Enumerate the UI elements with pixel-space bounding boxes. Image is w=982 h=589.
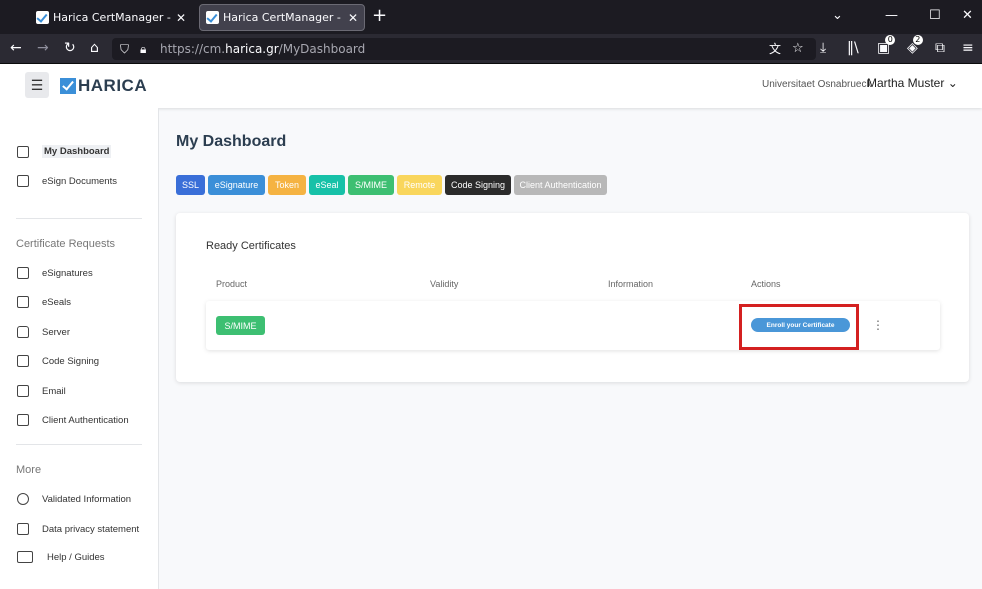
filter-chip-remote[interactable]: Remote: [397, 175, 442, 195]
privacy-icon: [17, 523, 29, 535]
hamburger-menu-button[interactable]: ☰: [25, 72, 49, 98]
new-tab-button[interactable]: +: [372, 7, 387, 25]
product-badge-smime: S/MIME: [216, 316, 265, 335]
sidebar-item-validated-information[interactable]: Validated Information: [17, 493, 131, 505]
library-icon[interactable]: ‖\: [847, 40, 859, 56]
organization-name: Universitaet Osnabrueck: [762, 79, 872, 90]
window-close-button[interactable]: ✕: [962, 8, 973, 23]
reload-icon[interactable]: ↻: [64, 40, 76, 56]
harica-favicon-icon: [36, 11, 49, 24]
bookmark-star-icon[interactable]: ☆: [792, 41, 804, 57]
esign-icon: [17, 175, 29, 187]
sidebar-item-esignatures[interactable]: eSignatures: [17, 267, 93, 279]
url-bar[interactable]: ⛉ 🔒︎ https://cm.harica.gr/MyDashboard 文 …: [112, 38, 816, 60]
translate-icon[interactable]: 文: [769, 41, 781, 57]
sidebar-item-esign-documents[interactable]: eSign Documents: [17, 175, 117, 187]
sidebar-item-label: Client Authentication: [42, 414, 129, 426]
logo-text: HARICA: [78, 76, 148, 95]
sidebar-item-label: Help / Guides: [47, 551, 105, 563]
filter-chip-client-authentication[interactable]: Client Authentication: [514, 175, 607, 195]
filter-chip-esignature[interactable]: eSignature: [208, 175, 265, 195]
filter-chip-eseal[interactable]: eSeal: [309, 175, 345, 195]
harica-favicon-icon: [206, 11, 219, 24]
forward-arrow-icon[interactable]: →: [37, 40, 49, 56]
filter-chip-ssl[interactable]: SSL: [176, 175, 205, 195]
sidebar-item-label: My Dashboard: [42, 145, 112, 158]
extension-badge: 2: [912, 35, 923, 45]
close-tab-icon[interactable]: ✕: [176, 11, 186, 25]
sidebar-item-label: Code Signing: [42, 355, 100, 367]
shield-icon[interactable]: ⛉: [120, 41, 129, 57]
home-icon[interactable]: ⌂: [90, 40, 99, 56]
tab-title: Harica CertManager - My Dashb: [223, 11, 344, 24]
sidebar-item-label: Validated Information: [42, 493, 132, 505]
sidebar-item-label: Data privacy statement: [42, 523, 140, 535]
sidebar-item-email[interactable]: Email: [17, 385, 66, 397]
browser-tab-active[interactable]: Harica CertManager - My Dashb ✕: [199, 4, 365, 31]
browser-tab-bar: Harica CertManager - My Dashb ✕ Harica C…: [0, 0, 982, 34]
sidebar-item-client-authentication[interactable]: Client Authentication: [17, 414, 129, 426]
sidebar-item-label: eSignatures: [42, 267, 93, 279]
page-title: My Dashboard: [176, 133, 287, 150]
downloads-icon[interactable]: ⤓: [820, 40, 826, 56]
browser-tab[interactable]: Harica CertManager - My Dashb ✕: [30, 4, 192, 31]
user-menu[interactable]: Martha Muster ⌄: [867, 76, 958, 90]
sidebar-item-label: Email: [42, 385, 66, 397]
lock-icon: [17, 326, 29, 338]
window-maximize-button[interactable]: ☐: [929, 8, 941, 23]
column-header-information: Information: [608, 279, 654, 289]
seal-icon: [17, 296, 29, 308]
sidebar-section-heading: More: [16, 464, 42, 476]
column-header-validity: Validity: [430, 279, 459, 289]
sidebar-item-server[interactable]: Server: [17, 326, 70, 338]
sidebar-divider: [16, 218, 142, 219]
filter-chip-token[interactable]: Token: [268, 175, 306, 195]
close-tab-icon[interactable]: ✕: [348, 11, 358, 25]
app-menu-icon[interactable]: ≡: [962, 40, 974, 56]
filter-chip-smime[interactable]: S/MIME: [348, 175, 394, 195]
sidebar-section-heading: Certificate Requests: [16, 238, 116, 250]
column-header-product: Product: [216, 279, 248, 289]
lock-icon[interactable]: 🔒︎: [140, 41, 146, 57]
card-title: Ready Certificates: [206, 240, 296, 252]
more-options-icon[interactable]: ⋮: [872, 317, 884, 333]
sidebar-item-code-signing[interactable]: Code Signing: [17, 355, 99, 367]
help-icon: [17, 551, 33, 563]
client-icon: [17, 414, 29, 426]
sidebar-item-label: eSign Documents: [42, 175, 117, 187]
chevron-down-icon: ⌄: [947, 76, 958, 90]
sidebar-item-my-dashboard[interactable]: My Dashboard: [17, 145, 112, 158]
browser-nav-bar: ← → ↻ ⌂ ⛉ 🔒︎ https://cm.harica.gr/MyDash…: [0, 34, 982, 64]
email-icon: [17, 385, 29, 397]
vpn-extension-icon[interactable]: ◈ 2: [907, 35, 923, 56]
filter-chip-code-signing[interactable]: Code Signing: [445, 175, 511, 195]
sidebar-item-eseals[interactable]: eSeals: [17, 296, 71, 308]
harica-checkmark-icon: [60, 78, 76, 94]
sidebar-item-help-guides[interactable]: Help / Guides: [17, 551, 105, 563]
list-tabs-chevron-icon[interactable]: ⌄: [832, 8, 843, 23]
extension-badge: 0: [885, 35, 896, 45]
anchor-icon: [17, 493, 29, 505]
column-header-actions: Actions: [751, 279, 781, 289]
tab-title: Harica CertManager - My Dashb: [53, 11, 172, 24]
dashboard-icon: [17, 145, 29, 158]
signature-icon: [17, 267, 29, 279]
harica-logo[interactable]: HARICA: [60, 76, 147, 96]
sidebar-divider: [16, 444, 142, 445]
sidebar-item-label: eSeals: [42, 296, 72, 308]
code-icon: [17, 355, 29, 367]
extensions-puzzle-icon[interactable]: ⧉: [935, 40, 945, 56]
url-text[interactable]: https://cm.harica.gr/MyDashboard: [160, 42, 365, 56]
back-arrow-icon[interactable]: ←: [10, 40, 22, 56]
app-header: ☰ HARICA Universitaet Osnabrueck Martha …: [0, 64, 982, 108]
enroll-certificate-button[interactable]: Enroll your Certificate: [751, 318, 850, 332]
container-extension-icon[interactable]: ▣ 0: [877, 35, 896, 56]
window-minimize-button[interactable]: —: [885, 8, 898, 23]
sidebar-item-data-privacy[interactable]: Data privacy statement: [17, 523, 139, 535]
ready-certificates-card: [176, 213, 969, 382]
sidebar-item-label: Server: [42, 326, 70, 338]
